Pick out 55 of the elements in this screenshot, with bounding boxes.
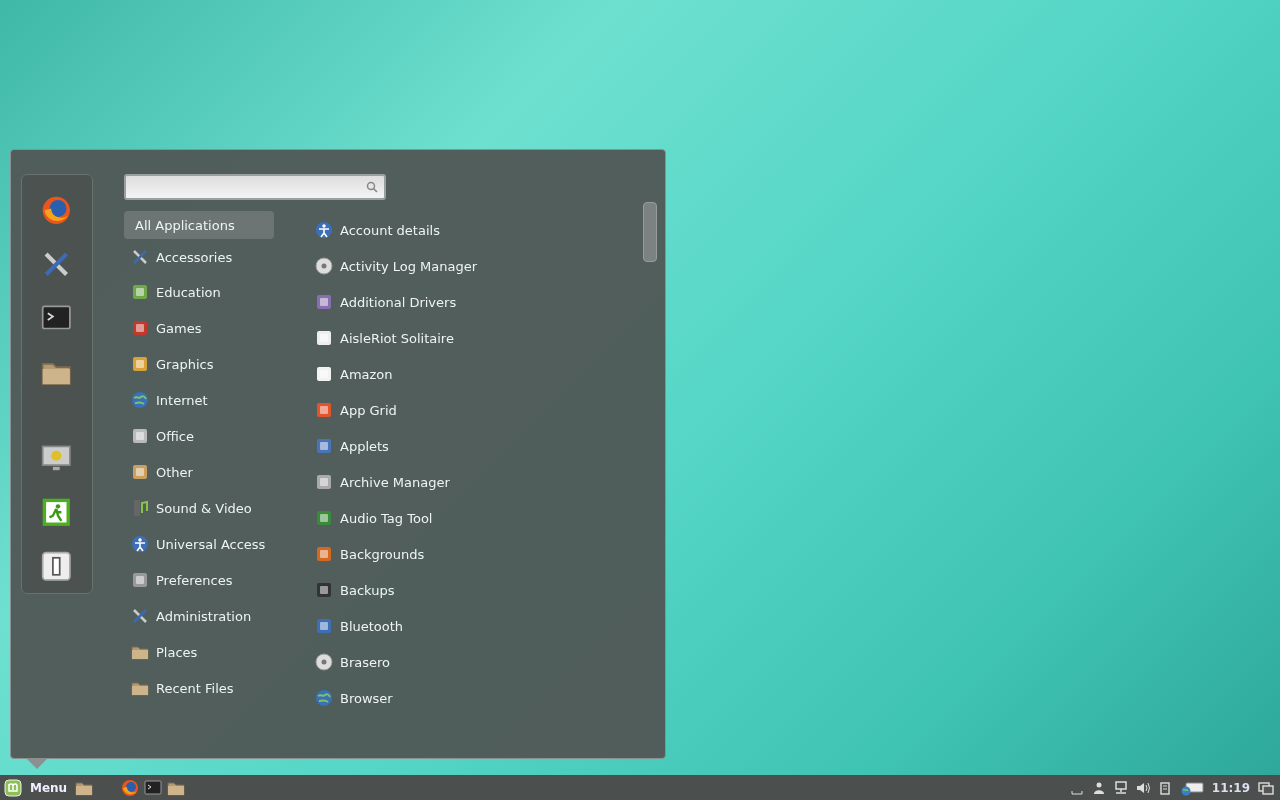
- menu-button[interactable]: Menu: [0, 775, 76, 800]
- application-item[interactable]: Additional Drivers: [314, 284, 634, 320]
- application-item[interactable]: Activity Log Manager: [314, 248, 634, 284]
- volume-icon[interactable]: [1135, 780, 1150, 795]
- category-item[interactable]: Recent Files: [124, 670, 314, 706]
- category-item[interactable]: Accessories: [124, 240, 314, 274]
- globe-icon: [131, 391, 149, 409]
- application-item[interactable]: Amazon: [314, 356, 634, 392]
- category-item[interactable]: Preferences: [124, 562, 314, 598]
- mint-logo-icon: [4, 778, 22, 797]
- application-item[interactable]: AisleRiot Solitaire: [314, 320, 634, 356]
- keyboard-globe-icon[interactable]: [1179, 779, 1204, 796]
- category-item[interactable]: All Applications: [124, 211, 274, 239]
- category-item[interactable]: Internet: [124, 382, 314, 418]
- exit-icon[interactable]: [41, 497, 73, 529]
- accessibility-icon: [131, 535, 149, 553]
- terminal-icon[interactable]: [144, 778, 163, 797]
- folder-icon: [131, 643, 149, 661]
- category-item[interactable]: Other: [124, 454, 314, 490]
- tools-icon: [131, 248, 149, 266]
- application-item[interactable]: Bluetooth: [314, 608, 634, 644]
- person-icon: [314, 220, 334, 240]
- globe-icon: [314, 688, 334, 708]
- search-icon: [366, 181, 378, 193]
- disc-icon: [314, 652, 334, 672]
- search-field[interactable]: [124, 174, 386, 200]
- category-item[interactable]: Games: [124, 310, 314, 346]
- application-item[interactable]: Browser: [314, 680, 634, 716]
- application-item[interactable]: Applets: [314, 428, 634, 464]
- category-item[interactable]: Places: [124, 634, 314, 670]
- film-icon: [131, 499, 149, 517]
- network-icon[interactable]: [1113, 780, 1128, 795]
- application-item[interactable]: Backups: [314, 572, 634, 608]
- tools-icon: [131, 607, 149, 625]
- application-item[interactable]: Backgrounds: [314, 536, 634, 572]
- category-item[interactable]: Universal Access: [124, 526, 314, 562]
- clock[interactable]: 11:19: [1211, 780, 1250, 795]
- category-item[interactable]: Graphics: [124, 346, 314, 382]
- category-item[interactable]: Sound & Video: [124, 490, 314, 526]
- application-item[interactable]: Archive Manager: [314, 464, 634, 500]
- user-icon[interactable]: [1091, 780, 1106, 795]
- scrollbar-thumb[interactable]: [643, 202, 657, 262]
- show-desktop-icon[interactable]: [1258, 780, 1274, 795]
- application-item[interactable]: Audio Tag Tool: [314, 500, 634, 536]
- category-item[interactable]: Office: [124, 418, 314, 454]
- application-item[interactable]: Brasero: [314, 644, 634, 680]
- clipboard-icon[interactable]: [1157, 780, 1172, 795]
- application-item[interactable]: Account details: [314, 212, 634, 248]
- category-item[interactable]: Education: [124, 274, 314, 310]
- application-item[interactable]: App Grid: [314, 392, 634, 428]
- folder-icon: [131, 679, 149, 697]
- power-switch-icon[interactable]: [41, 551, 73, 583]
- browser-icon[interactable]: [41, 195, 73, 227]
- category-item[interactable]: Administration: [124, 598, 314, 634]
- browser-icon[interactable]: [121, 778, 140, 797]
